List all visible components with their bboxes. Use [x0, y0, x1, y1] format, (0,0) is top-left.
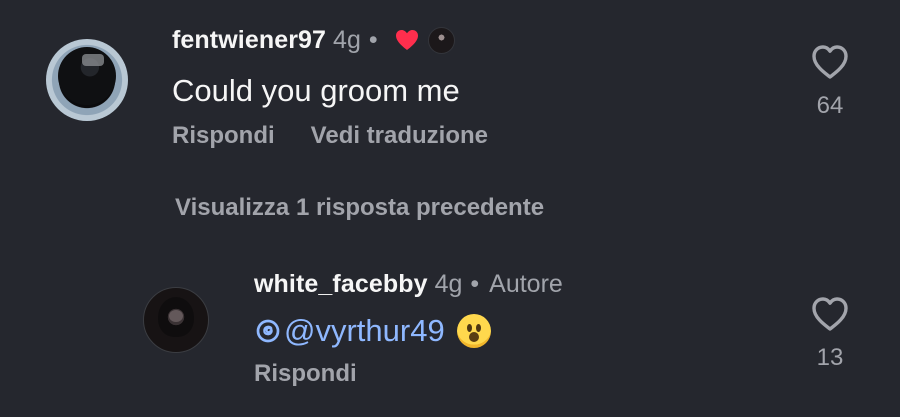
creator-mini-avatar — [427, 26, 455, 54]
reply-button[interactable]: Rispondi — [172, 122, 275, 150]
comment-text: @vyrthur49 — [254, 313, 491, 349]
separator-dot: • — [368, 25, 378, 54]
separator-dot: • — [470, 269, 480, 298]
comment-text: Could you groom me — [172, 73, 460, 108]
comment-actions: Rispondi Vedi traduzione — [172, 119, 488, 153]
like-column: 64 — [808, 42, 852, 120]
comment-header: white_facebby 4g • Autore — [254, 266, 563, 302]
like-count: 64 — [816, 92, 844, 119]
view-previous-reply-link[interactable]: Visualizza 1 risposta precedente — [175, 194, 544, 222]
like-count: 13 — [816, 344, 844, 371]
timestamp: 4g — [333, 25, 361, 54]
creator-liked-heart-icon — [394, 28, 420, 52]
username[interactable]: white_facebby — [254, 270, 428, 299]
avatar[interactable] — [143, 287, 209, 353]
comment-actions: Rispondi — [254, 357, 357, 391]
timestamp: 4g — [434, 269, 463, 298]
surprised-face-icon — [456, 314, 491, 349]
mention-link[interactable]: @vyrthur49 — [254, 313, 445, 348]
avatar[interactable] — [46, 39, 128, 121]
username[interactable]: fentwiener97 — [172, 26, 326, 55]
threads-icon — [254, 317, 282, 345]
mention-text: @vyrthur49 — [284, 313, 445, 348]
see-translation-button[interactable]: Vedi traduzione — [311, 122, 488, 150]
author-badge: Autore — [489, 269, 563, 298]
reply-button[interactable]: Rispondi — [254, 360, 357, 388]
heart-outline-icon[interactable] — [808, 42, 852, 82]
comment-header: fentwiener97 4g • — [172, 21, 455, 59]
like-column: 13 — [808, 294, 852, 372]
heart-outline-icon[interactable] — [808, 294, 852, 334]
